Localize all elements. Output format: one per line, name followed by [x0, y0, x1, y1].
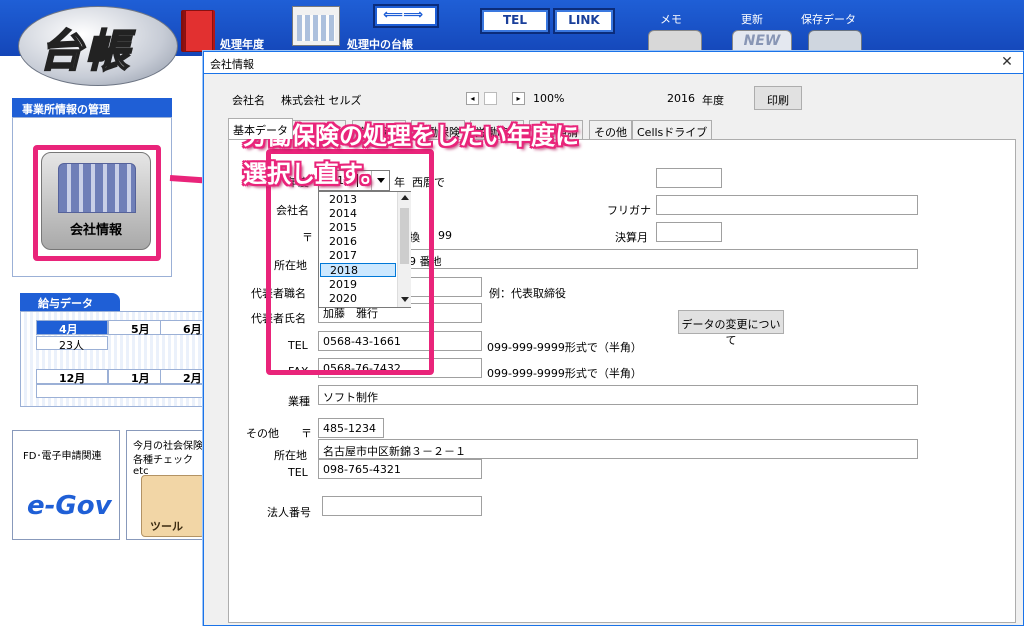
switch-arrows-button[interactable]: ⟸⟹	[373, 4, 439, 28]
month-cell-apr[interactable]: 4月	[36, 320, 108, 336]
other-address-field[interactable]: 名古屋市中区新錦３－２－１	[318, 439, 918, 459]
zoom-slider-thumb[interactable]	[484, 92, 497, 105]
logo-text: 台帳	[38, 25, 131, 78]
memo-label: メモ	[660, 13, 682, 26]
tools-label-line2: 各種チェック etc	[133, 455, 193, 477]
furigana-label: フリガナ	[607, 204, 651, 217]
other-tel-label: TEL	[288, 466, 308, 479]
highlight-box-company-button	[33, 145, 161, 261]
dialog-title: 会社情報	[210, 58, 254, 71]
print-button[interactable]: 印刷	[754, 86, 802, 110]
data-change-button[interactable]: データの変更について	[678, 310, 784, 347]
annotation-line-2: 選択し直す。	[243, 160, 385, 188]
address-field[interactable]: 9 番地	[404, 249, 918, 269]
industry-label: 業種	[288, 395, 310, 408]
other-tel-field[interactable]: 098-765-4321	[318, 459, 482, 479]
egov-button[interactable]: FD･電子申請関連 e-Gov	[12, 430, 120, 540]
corporate-number-label: 法人番号	[267, 506, 311, 519]
industry-field[interactable]: ソフト制作	[318, 385, 918, 405]
salary-employee-count: 23人	[36, 336, 108, 352]
corporate-number-field[interactable]	[322, 496, 482, 516]
tool-icon-text: ツール	[150, 520, 183, 533]
month-cell-feb[interactable]: 2月	[160, 369, 208, 385]
office-panel-title: 事業所情報の管理	[12, 98, 172, 117]
tel-button[interactable]: TEL	[480, 8, 550, 34]
phone-value: 99	[438, 229, 452, 242]
closing-month-field[interactable]	[656, 222, 722, 242]
ledger-logo: 台帳	[18, 6, 178, 86]
book-icon[interactable]	[181, 10, 215, 52]
tab-basic-data[interactable]: 基本データ	[228, 118, 293, 139]
annotation-line-1: 労働保険の処理をしたい年度に	[243, 122, 579, 150]
zoom-left-icon[interactable]: ◂	[466, 92, 479, 105]
update-label: 更新	[741, 13, 763, 26]
salary-empty-row	[36, 384, 208, 398]
year-display: 2016	[667, 92, 695, 105]
tab-cells-drive[interactable]: Cellsドライブ	[632, 120, 713, 139]
close-icon[interactable]: ✕	[999, 54, 1015, 70]
company-name-value: 株式会社 セルズ	[281, 94, 362, 107]
company-name-label: 会社名	[232, 94, 265, 107]
double-arrow-icon: ⟸⟹	[383, 7, 424, 23]
other-address-label: 所在地	[274, 449, 307, 462]
rep-title-example: 例：代表取締役	[489, 287, 566, 300]
tool-icon: ツール	[141, 475, 205, 537]
other-label: その他	[246, 427, 279, 440]
month-cell-jun[interactable]: 6月	[160, 320, 208, 336]
year-extra-field[interactable]	[656, 168, 722, 188]
tel-format-hint: 099-999-9999形式で（半角）	[487, 341, 642, 354]
dialog-titlebar[interactable]: 会社情報 ✕	[204, 52, 1023, 74]
zoom-value: 100%	[533, 92, 565, 105]
egov-label: FD･電子申請関連	[23, 451, 102, 462]
monthly-check-tools-button[interactable]: 今月の社会保険 各種チェック etc ツール	[126, 430, 212, 540]
current-ledger-label: 処理中の台帳	[347, 38, 413, 51]
calendar-icon[interactable]	[292, 6, 340, 46]
month-cell-dec[interactable]: 12月	[36, 369, 108, 385]
fiscal-year-label: 処理年度	[220, 38, 264, 51]
tab-other[interactable]: その他	[589, 120, 632, 139]
closing-month-label: 決算月	[615, 231, 648, 244]
salary-panel-title: 給与データ	[20, 293, 120, 311]
annotation-callout: 労働保険の処理をしたい年度に 選択し直す。	[243, 117, 579, 193]
fax-format-hint: 099-999-9999形式で（半角）	[487, 367, 642, 380]
furigana-field[interactable]	[656, 195, 918, 215]
link-button[interactable]: LINK	[553, 8, 615, 34]
tools-label-line1: 今月の社会保険	[133, 441, 203, 452]
year-unit-label: 年度	[702, 94, 724, 107]
egov-logo: e-Gov	[27, 491, 112, 521]
zoom-right-icon[interactable]: ▸	[512, 92, 525, 105]
other-postal-field[interactable]: 485-1234	[318, 418, 384, 438]
other-postal-label: 〒	[301, 427, 312, 440]
save-data-label: 保存データ	[801, 13, 856, 26]
